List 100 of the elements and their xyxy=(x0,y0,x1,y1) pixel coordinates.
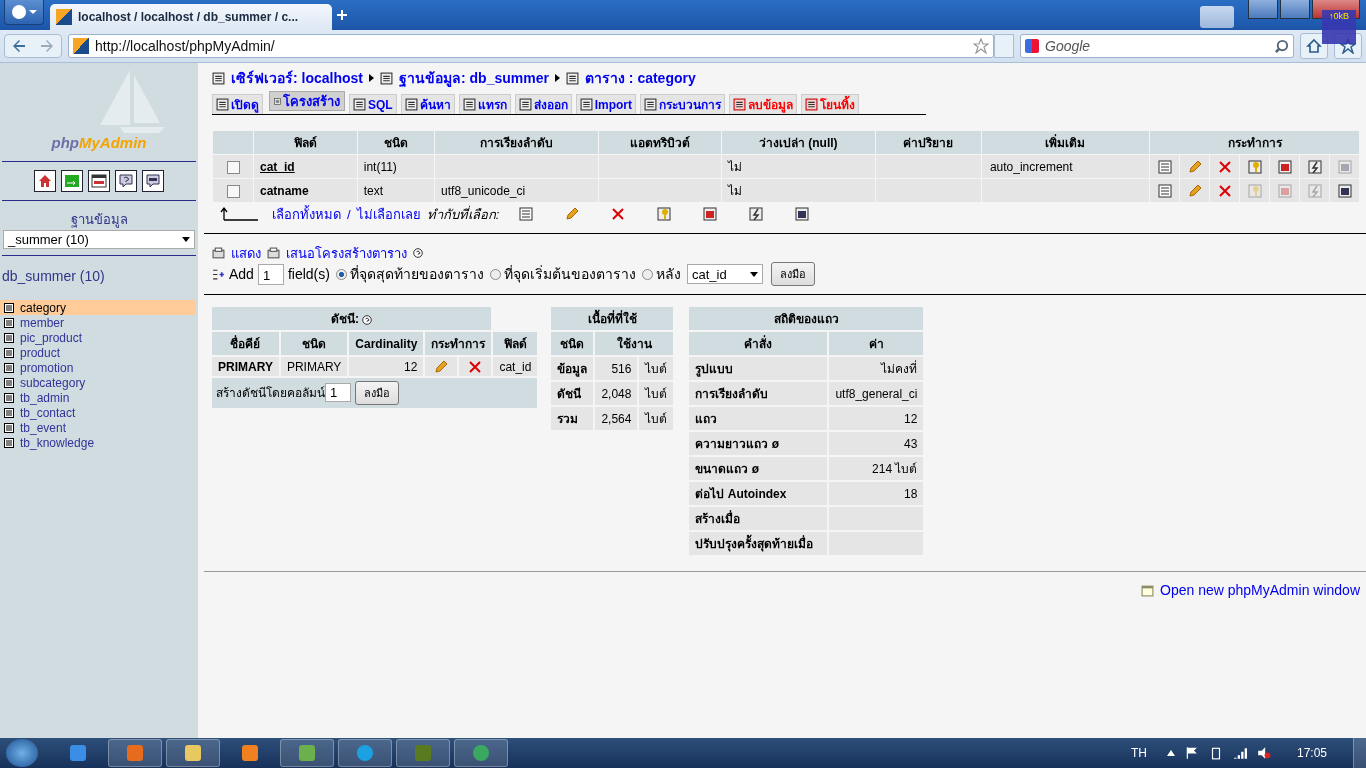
pencil-icon[interactable] xyxy=(1187,183,1202,198)
tab[interactable]: กระบวนการ xyxy=(640,94,725,114)
table-cell: ดัชนี xyxy=(557,387,582,401)
database-link[interactable]: db_summer (10) xyxy=(0,260,198,300)
help-icon[interactable] xyxy=(413,248,423,258)
tab[interactable]: ส่งออก xyxy=(514,94,572,114)
exit-icon[interactable] xyxy=(61,170,83,192)
fulltext-icon[interactable] xyxy=(1337,183,1352,198)
sql-window-icon[interactable] xyxy=(88,170,110,192)
tab[interactable]: เปิดดู xyxy=(212,94,263,114)
new-tab-icon[interactable] xyxy=(336,9,348,21)
caret-icon xyxy=(749,271,758,277)
table-item[interactable]: subcategory xyxy=(0,375,196,390)
url-field[interactable]: http://localhost/phpMyAdmin/ xyxy=(68,34,994,58)
tab[interactable]: ค้นหา xyxy=(400,94,455,114)
signal-icon[interactable] xyxy=(1232,746,1247,760)
table-item[interactable]: pic_product xyxy=(0,330,196,345)
index-icon[interactable] xyxy=(1307,159,1322,174)
column-header: ว่างเปล่า (null) xyxy=(721,131,875,154)
table-cell: การเรียงลำดับ xyxy=(695,387,769,401)
table-item[interactable]: category xyxy=(0,300,196,315)
column-count-input[interactable]: 1 xyxy=(325,383,351,402)
unique-icon[interactable] xyxy=(703,207,718,221)
help-icon[interactable] xyxy=(362,314,373,325)
breadcrumb-link[interactable]: เซิร์ฟเวอร์: localhost xyxy=(231,67,363,89)
checkbox[interactable] xyxy=(226,160,240,174)
restore-button[interactable] xyxy=(1280,0,1310,19)
link[interactable]: แสดง xyxy=(231,242,261,264)
table-item[interactable]: promotion xyxy=(0,360,196,375)
network-meter-tooltip: ↑0kB xyxy=(1322,10,1356,44)
field-count-input[interactable]: 1 xyxy=(257,263,284,285)
fulltext-icon[interactable] xyxy=(795,207,810,221)
show-desktop-button[interactable] xyxy=(1353,738,1366,768)
muted-speaker-icon[interactable] xyxy=(1256,746,1271,760)
check-all-link[interactable]: เลือกทั้งหมด xyxy=(272,203,341,225)
delete-icon[interactable] xyxy=(468,359,483,374)
table-cell: cat_id xyxy=(499,359,532,374)
browse-icon[interactable] xyxy=(1157,183,1172,198)
unique-icon[interactable] xyxy=(1277,159,1292,174)
uncheck-all-link[interactable]: ไม่เลือกเลย xyxy=(356,203,421,225)
tab-icon xyxy=(353,98,366,111)
flag-icon[interactable] xyxy=(1184,746,1199,760)
radio-option[interactable]: ที่จุดเริ่มต้นของตาราง xyxy=(489,263,636,285)
breadcrumb-link[interactable]: ฐานข้อมูล: db_summer xyxy=(399,67,549,89)
column-header: เพิ่มเติม xyxy=(981,131,1149,154)
delete-icon[interactable] xyxy=(1217,183,1232,198)
firefox-menu-button[interactable] xyxy=(4,0,44,25)
home-icon[interactable] xyxy=(34,170,56,192)
index-icon[interactable] xyxy=(749,207,764,221)
table-item[interactable]: member xyxy=(0,315,196,330)
table-item[interactable]: product xyxy=(0,345,196,360)
language-indicator[interactable]: TH xyxy=(1130,746,1147,760)
after-column-select[interactable]: cat_id xyxy=(686,264,763,284)
table-item[interactable]: tb_knowledge xyxy=(0,435,196,450)
breadcrumb-link[interactable]: ตาราง : category xyxy=(584,67,696,89)
tab[interactable]: แทรก xyxy=(458,94,511,114)
tab[interactable]: โครงสร้าง xyxy=(269,91,345,111)
table-icon xyxy=(4,392,14,403)
go-button[interactable]: ลงมือ xyxy=(770,262,815,286)
fields-label: field(s) xyxy=(287,266,330,282)
checkbox[interactable] xyxy=(226,184,240,198)
search-field[interactable]: Google xyxy=(1020,34,1294,58)
arrow-icon xyxy=(554,74,560,82)
arrow-icon xyxy=(369,74,374,82)
database-select[interactable]: _summer (10) xyxy=(3,230,195,249)
go-button[interactable]: ลงมือ xyxy=(355,381,399,405)
browser-tab[interactable]: localhost / localhost / db_summer / c... xyxy=(50,4,332,30)
tab[interactable]: Import xyxy=(575,94,636,114)
pencil-icon[interactable] xyxy=(1187,159,1202,174)
table-item[interactable]: tb_event xyxy=(0,420,196,435)
browse-icon[interactable] xyxy=(1157,159,1172,174)
radio-option[interactable]: หลัง xyxy=(641,263,681,285)
table-icon xyxy=(4,317,14,328)
delete-icon[interactable] xyxy=(611,207,626,221)
table-item[interactable]: tb_admin xyxy=(0,390,196,405)
search-icon xyxy=(1274,38,1289,54)
pencil-icon[interactable] xyxy=(434,359,449,374)
table-cell: ไบต์ xyxy=(645,412,668,426)
delete-icon[interactable] xyxy=(1217,159,1232,174)
help-icon[interactable] xyxy=(115,170,137,192)
column-header: ฟิลด์ xyxy=(493,332,538,355)
clock[interactable]: 17:05 xyxy=(1296,746,1327,760)
key-icon[interactable] xyxy=(657,207,672,221)
start-button[interactable] xyxy=(6,739,38,767)
key-icon[interactable] xyxy=(1247,159,1262,174)
tab[interactable]: SQL xyxy=(349,94,397,114)
browse-icon[interactable] xyxy=(519,207,534,221)
link[interactable]: เสนอโครงสร้างตาราง xyxy=(286,242,407,264)
pencil-icon[interactable] xyxy=(565,207,580,221)
table-item[interactable]: tb_contact xyxy=(0,405,196,420)
home-button[interactable] xyxy=(1300,33,1328,59)
open-window-link[interactable]: Open new phpMyAdmin window xyxy=(1160,582,1360,598)
radio-option[interactable]: ที่จุดสุดท้ายของตาราง xyxy=(335,263,484,285)
sql-help-icon[interactable] xyxy=(142,170,164,192)
star-icon[interactable] xyxy=(973,38,989,54)
minimize-button[interactable] xyxy=(1248,0,1278,19)
table-icon xyxy=(4,407,14,418)
tab-icon xyxy=(805,98,818,111)
printer-icon xyxy=(212,246,225,260)
show-hidden-icons-icon[interactable] xyxy=(1166,750,1175,756)
